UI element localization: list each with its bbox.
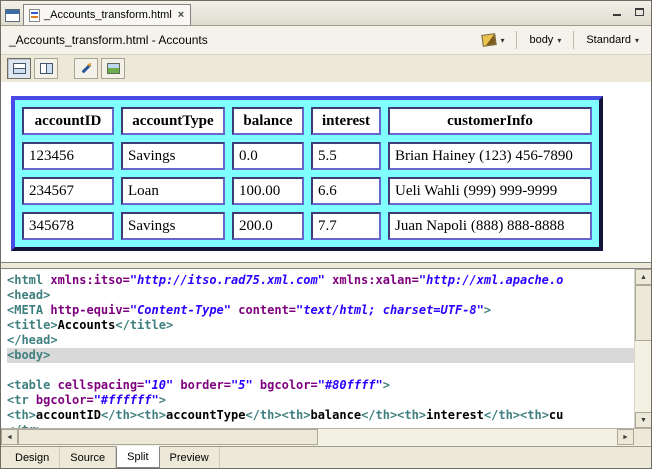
design-table-cell[interactable]: Ueli Wahli (999) 999-9999 bbox=[388, 177, 592, 205]
separator bbox=[573, 31, 575, 49]
minimize-icon bbox=[613, 14, 621, 16]
paintbrush-icon bbox=[481, 33, 498, 47]
maximize-button[interactable] bbox=[631, 5, 647, 19]
chevron-down-icon: ▾ bbox=[634, 35, 639, 45]
design-toolbar bbox=[1, 55, 651, 82]
design-table-row: 123456 Savings 0.0 5.5 Brian Hainey (123) 45… bbox=[22, 142, 592, 170]
design-table-cell[interactable]: 345678 bbox=[22, 212, 114, 240]
scroll-down-button[interactable]: ▼ bbox=[635, 412, 651, 428]
bottom-tab-design[interactable]: Design bbox=[5, 447, 61, 468]
bottom-tabs: Design Source Split Preview bbox=[1, 446, 651, 468]
scrollbar-corner bbox=[634, 429, 651, 445]
separator bbox=[516, 31, 518, 49]
horizontal-scroll-track[interactable] bbox=[18, 429, 617, 446]
code-line[interactable]: <title>Accounts</title> bbox=[7, 318, 634, 333]
scroll-up-button[interactable]: ▲ bbox=[635, 269, 651, 285]
chevron-down-icon: ▾ bbox=[500, 35, 505, 45]
design-table-cell[interactable]: 123456 bbox=[22, 142, 114, 170]
close-icon[interactable]: × bbox=[178, 10, 184, 21]
design-table-cell[interactable]: Savings bbox=[121, 142, 225, 170]
editor-tab[interactable]: _Accounts_transform.html × bbox=[23, 4, 192, 25]
split-horizontal-button[interactable] bbox=[7, 58, 31, 79]
editor-window: _Accounts_transform.html × _Accounts_tra… bbox=[0, 0, 652, 469]
vertical-scrollbar[interactable]: ▲ ▼ bbox=[634, 269, 651, 428]
design-table-body: 123456 Savings 0.0 5.5 Brian Hainey (123) 45… bbox=[22, 142, 592, 240]
style-dropdown[interactable]: Standard ▾ bbox=[582, 32, 643, 48]
editor-header: _Accounts_transform.html - Accounts ▾ bo… bbox=[1, 26, 651, 55]
design-table-header-cell[interactable]: customerInfo bbox=[388, 107, 592, 135]
window-buttons bbox=[609, 5, 647, 19]
bottom-tab-preview[interactable]: Preview bbox=[160, 447, 220, 468]
image-icon bbox=[106, 63, 120, 74]
code-line[interactable]: </head> bbox=[7, 333, 634, 348]
design-table-cell[interactable]: 7.7 bbox=[311, 212, 381, 240]
editor-tab-bar: _Accounts_transform.html × bbox=[1, 1, 651, 26]
source-pane: <html xmlns:itso="http://itso.rad75.xml.… bbox=[1, 268, 651, 428]
design-table-cell[interactable]: Juan Napoli (888) 888-8888 bbox=[388, 212, 592, 240]
element-dropdown-label: body bbox=[529, 34, 554, 46]
design-table-cell[interactable]: 0.0 bbox=[232, 142, 304, 170]
design-table-cell[interactable]: 234567 bbox=[22, 177, 114, 205]
design-table-cell[interactable]: Loan bbox=[121, 177, 225, 205]
breadcrumb: _Accounts_transform.html - Accounts bbox=[9, 33, 208, 47]
editor-area-icon bbox=[5, 9, 20, 22]
split-vertical-button[interactable] bbox=[34, 58, 58, 79]
design-table-cell[interactable]: 5.5 bbox=[311, 142, 381, 170]
code-line[interactable]: <tr bgcolor="#ffffff"> bbox=[7, 393, 634, 408]
scroll-right-button[interactable]: ► bbox=[617, 429, 634, 445]
code-line[interactable]: <META http-equiv="Content-Type" content=… bbox=[7, 303, 634, 318]
split-vertical-icon bbox=[39, 63, 53, 74]
code-line[interactable]: <th>accountID</th><th>accountType</th><t… bbox=[7, 408, 634, 423]
code-line[interactable]: <body> bbox=[7, 348, 634, 363]
paintbrush-dropdown-button[interactable]: ▾ bbox=[478, 32, 508, 48]
maximize-icon bbox=[634, 8, 644, 16]
source-code[interactable]: <html xmlns:itso="http://itso.rad75.xml.… bbox=[1, 269, 634, 428]
pen-button[interactable] bbox=[74, 58, 98, 79]
editor-tab-title: _Accounts_transform.html bbox=[44, 9, 172, 21]
element-dropdown[interactable]: body ▾ bbox=[525, 32, 565, 48]
design-table-header-cell[interactable]: interest bbox=[311, 107, 381, 135]
vertical-scroll-thumb[interactable] bbox=[635, 285, 651, 341]
code-line[interactable]: <head> bbox=[7, 288, 634, 303]
code-line[interactable]: <table cellspacing="10" border="5" bgcol… bbox=[7, 378, 634, 393]
image-button[interactable] bbox=[101, 58, 125, 79]
html-file-icon bbox=[29, 8, 40, 22]
design-table-row: 345678 Savings 200.0 7.7 Juan Napoli (888) 8… bbox=[22, 212, 592, 240]
chevron-down-icon: ▾ bbox=[557, 35, 562, 45]
minimize-button[interactable] bbox=[609, 5, 625, 19]
design-table-cell[interactable]: 200.0 bbox=[232, 212, 304, 240]
horizontal-scroll-thumb[interactable] bbox=[18, 429, 318, 445]
design-table-cell[interactable]: 100.00 bbox=[232, 177, 304, 205]
bottom-tab-split[interactable]: Split bbox=[116, 446, 160, 468]
style-dropdown-label: Standard bbox=[586, 34, 631, 46]
design-table-head-row: accountID accountType balance interest custo… bbox=[22, 107, 592, 135]
design-table-cell[interactable]: 6.6 bbox=[311, 177, 381, 205]
design-pane[interactable]: accountID accountType balance interest custo… bbox=[1, 82, 651, 263]
code-line[interactable]: <html xmlns:itso="http://itso.rad75.xml.… bbox=[7, 273, 634, 288]
code-line[interactable] bbox=[7, 363, 634, 378]
design-table-header-cell[interactable]: balance bbox=[232, 107, 304, 135]
header-toolbar: ▾ body ▾ Standard ▾ bbox=[478, 31, 643, 49]
design-table-row: 234567 Loan 100.00 6.6 Ueli Wahli (999) 999-… bbox=[22, 177, 592, 205]
design-table-cell[interactable]: Savings bbox=[121, 212, 225, 240]
pen-icon bbox=[81, 63, 91, 74]
scroll-left-button[interactable]: ◄ bbox=[1, 429, 18, 445]
horizontal-scrollbar[interactable]: ◄ ► bbox=[1, 428, 651, 446]
design-table-cell[interactable]: Brian Hainey (123) 456-7890 bbox=[388, 142, 592, 170]
accounts-table: accountID accountType balance interest custo… bbox=[11, 96, 603, 251]
design-table-header-cell[interactable]: accountType bbox=[121, 107, 225, 135]
design-table-header-cell[interactable]: accountID bbox=[22, 107, 114, 135]
split-horizontal-icon bbox=[12, 63, 26, 74]
bottom-tab-source[interactable]: Source bbox=[60, 447, 117, 468]
